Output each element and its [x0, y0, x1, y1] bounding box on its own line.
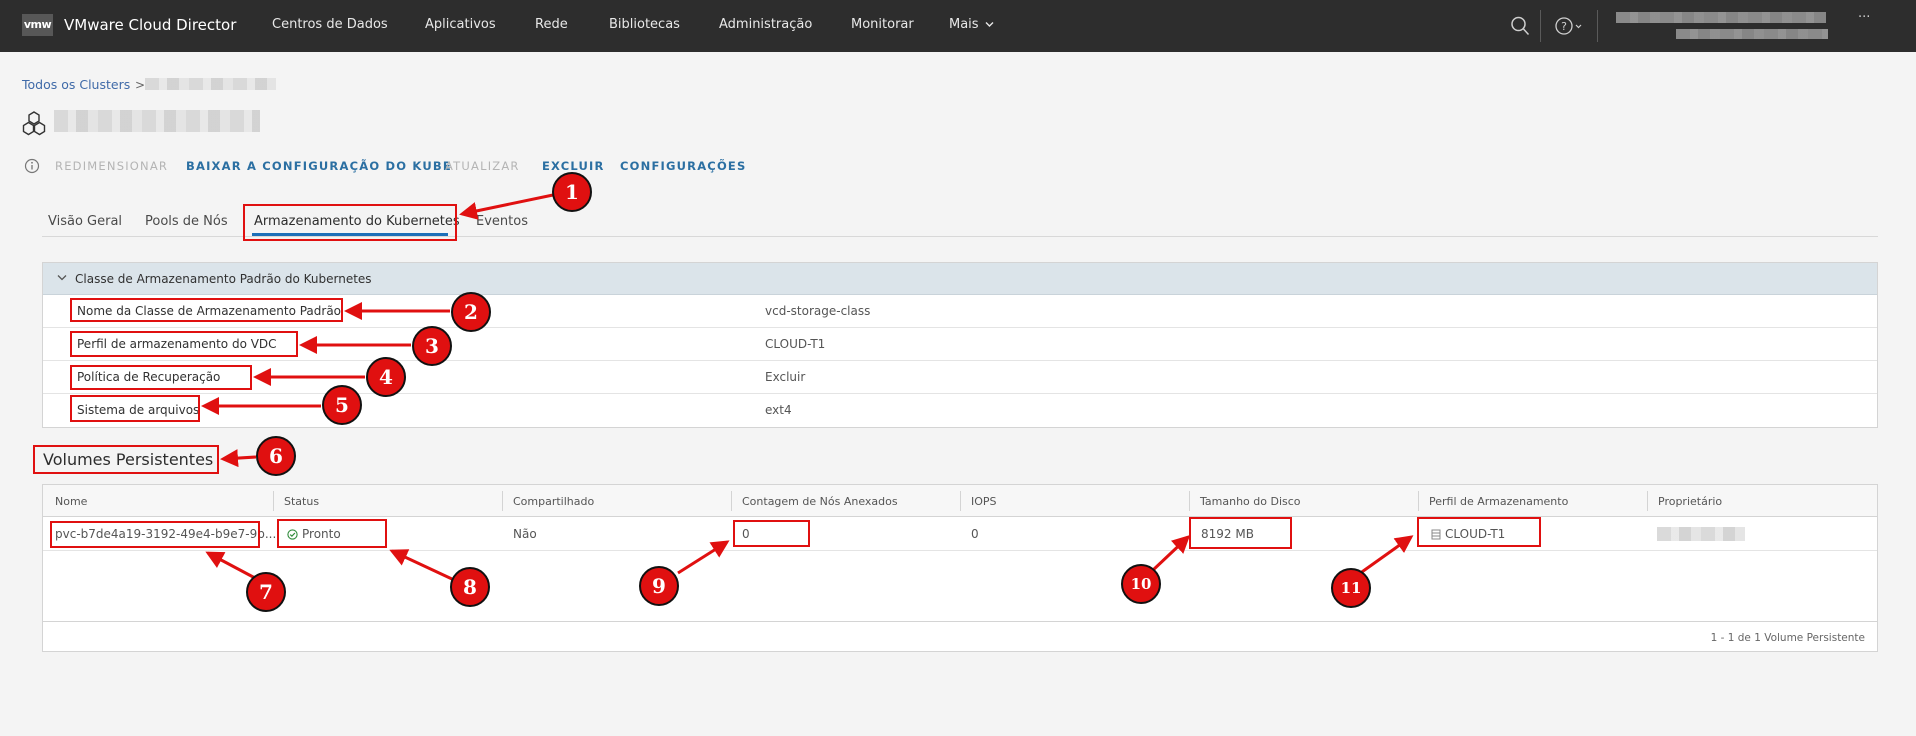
column-contagem-nos-anexados[interactable]: Contagem de Nós Anexados: [742, 495, 898, 508]
vdc-storage-profile-value: CLOUD-T1: [765, 337, 826, 351]
column-separator[interactable]: [502, 491, 503, 511]
reclaim-policy-value: Excluir: [765, 370, 806, 384]
annotation-box-6: [33, 445, 219, 474]
nav-divider: [1540, 10, 1541, 42]
annotation-badge-5: 5: [322, 385, 362, 425]
info-icon[interactable]: [24, 158, 40, 174]
grid-footer: 1 - 1 de 1 Volume Persistente: [43, 621, 1877, 652]
annotation-box-11: [1417, 517, 1541, 547]
annotation-badge-2: 2: [451, 292, 491, 332]
nav-rede[interactable]: Rede: [535, 17, 568, 32]
column-tamanho-disco[interactable]: Tamanho do Disco: [1200, 495, 1301, 508]
storage-class-panel-header[interactable]: Classe de Armazenamento Padrão do Kubern…: [43, 263, 1877, 295]
persistent-volumes-grid: Nome Status Compartilhado Contagem de Nó…: [42, 484, 1878, 652]
annotation-badge-1: 1: [552, 172, 592, 212]
storage-class-row: Política de Recuperação Excluir: [43, 361, 1877, 394]
annotation-badge-8: 8: [450, 567, 490, 607]
filesystem-value: ext4: [765, 403, 792, 417]
storage-class-panel-title: Classe de Armazenamento Padrão do Kubern…: [75, 272, 372, 286]
vmware-logo[interactable]: vmw: [22, 14, 53, 36]
search-icon[interactable]: [1510, 15, 1530, 37]
volume-shared-cell: Não: [513, 527, 537, 541]
nav-monitorar[interactable]: Monitorar: [851, 17, 914, 32]
column-separator[interactable]: [731, 491, 732, 511]
annotation-badge-11: 11: [1331, 568, 1371, 608]
column-iops[interactable]: IOPS: [971, 495, 997, 508]
column-separator[interactable]: [1189, 491, 1190, 511]
column-compartilhado[interactable]: Compartilhado: [513, 495, 594, 508]
nav-bibliotecas[interactable]: Bibliotecas: [609, 17, 680, 32]
action-baixar-configuracao-kube[interactable]: BAIXAR A CONFIGURAÇÃO DO KUBE: [186, 159, 452, 173]
annotation-badge-7: 7: [246, 572, 286, 612]
annotation-badge-3: 3: [412, 326, 452, 366]
grid-header-row: Nome Status Compartilhado Contagem de Nó…: [43, 485, 1877, 517]
volume-iops-cell: 0: [971, 527, 979, 541]
action-redimensionar[interactable]: REDIMENSIONAR: [55, 159, 168, 173]
nav-aplicativos[interactable]: Aplicativos: [425, 17, 496, 32]
chevron-down-icon: [985, 22, 994, 27]
user-org-redacted: [1676, 29, 1828, 39]
annotation-badge-6: 6: [256, 436, 296, 476]
tab-eventos[interactable]: Eventos: [476, 214, 528, 229]
volume-owner-redacted: [1657, 527, 1745, 541]
svg-text:?: ?: [1561, 20, 1567, 33]
cluster-title-redacted: [54, 110, 260, 132]
nav-administracao[interactable]: Administração: [719, 17, 812, 32]
annotation-box-1: [243, 204, 457, 241]
annotation-badge-10: 10: [1121, 564, 1161, 604]
column-separator[interactable]: [1418, 491, 1419, 511]
user-menu-dots[interactable]: ···: [1858, 10, 1870, 25]
annotation-box-8: [277, 519, 387, 548]
annotation-badge-9: 9: [639, 566, 679, 606]
user-name-redacted[interactable]: [1616, 12, 1826, 23]
nav-divider: [1597, 10, 1598, 42]
pagination-summary: 1 - 1 de 1 Volume Persistente: [1710, 632, 1865, 644]
chevron-down-icon[interactable]: [57, 274, 67, 282]
annotation-box-2: [70, 298, 343, 322]
column-nome[interactable]: Nome: [55, 495, 87, 508]
nav-mais-label: Mais: [949, 17, 979, 32]
storage-class-panel: Classe de Armazenamento Padrão do Kubern…: [42, 262, 1878, 428]
storage-class-name-value: vcd-storage-class: [765, 304, 871, 318]
cluster-hexagon-icon: [22, 111, 46, 136]
tab-pools-de-nos[interactable]: Pools de Nós: [145, 214, 228, 229]
column-status[interactable]: Status: [284, 495, 319, 508]
top-nav: vmw VMware Cloud Director Centros de Dad…: [0, 0, 1916, 52]
nav-centros-de-dados[interactable]: Centros de Dados: [272, 17, 388, 32]
breadcrumb-all-clusters[interactable]: Todos os Clusters: [22, 77, 130, 92]
help-icon[interactable]: ?: [1554, 15, 1586, 37]
storage-class-row: Perfil de armazenamento do VDC CLOUD-T1: [43, 328, 1877, 361]
annotation-box-10: [1189, 517, 1292, 549]
annotation-box-3: [70, 331, 298, 357]
action-excluir[interactable]: EXCLUIR: [542, 159, 605, 173]
storage-class-row: Sistema de arquivos ext4: [43, 394, 1877, 427]
action-configuracoes[interactable]: CONFIGURAÇÕES: [620, 159, 746, 173]
breadcrumb-cluster-redacted: [145, 78, 276, 90]
action-atualizar[interactable]: ATUALIZAR: [445, 159, 520, 173]
column-separator[interactable]: [960, 491, 961, 511]
column-proprietario[interactable]: Proprietário: [1658, 495, 1722, 508]
breadcrumb-separator: >: [135, 78, 146, 92]
app-title[interactable]: VMware Cloud Director: [64, 16, 236, 34]
column-separator[interactable]: [273, 491, 274, 511]
annotation-badge-4: 4: [366, 357, 406, 397]
annotation-box-5: [70, 395, 200, 422]
annotation-box-9: [733, 520, 810, 547]
tab-visao-geral[interactable]: Visão Geral: [48, 214, 122, 229]
nav-mais[interactable]: Mais: [949, 17, 994, 32]
annotation-box-7: [50, 521, 260, 548]
column-perfil-armazenamento[interactable]: Perfil de Armazenamento: [1429, 495, 1568, 508]
column-separator[interactable]: [1647, 491, 1648, 511]
annotation-box-4: [70, 365, 252, 390]
